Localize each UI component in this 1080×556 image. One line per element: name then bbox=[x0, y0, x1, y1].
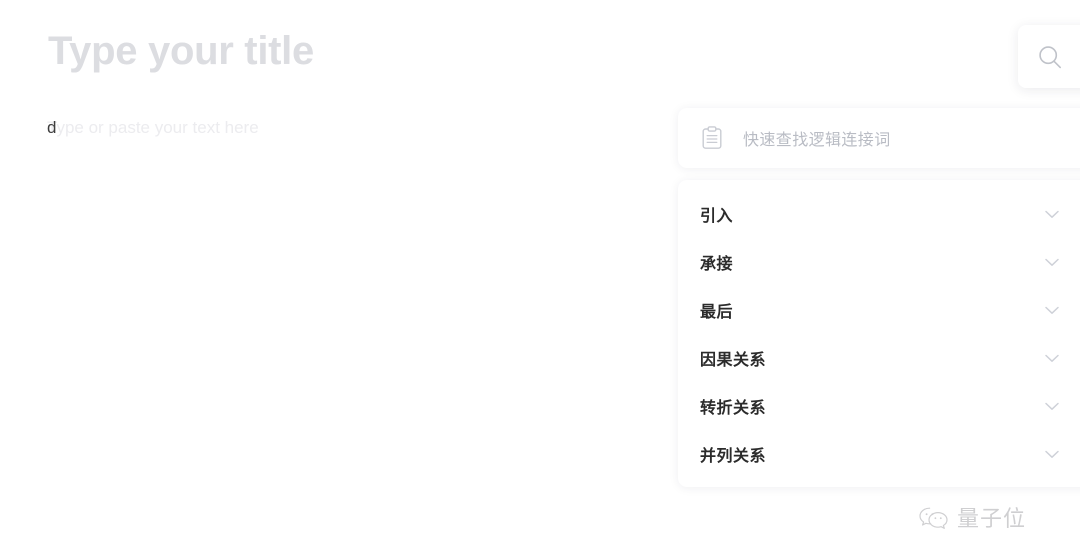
wechat-icon bbox=[918, 506, 950, 532]
watermark-label: 量子位 bbox=[957, 506, 1027, 531]
connective-category-panel: 引入 承接 最后 因果关系 转折关系 并列关系 bbox=[678, 180, 1080, 487]
category-row-zuihou[interactable]: 最后 bbox=[678, 286, 1080, 334]
clipboard-icon bbox=[699, 125, 725, 151]
category-label: 最后 bbox=[700, 304, 734, 321]
search-icon bbox=[1036, 43, 1064, 71]
category-row-yinguo[interactable]: 因果关系 bbox=[678, 334, 1080, 382]
chevron-down-icon[interactable] bbox=[1042, 348, 1062, 368]
document-editor[interactable]: Type your title Type or paste your text … bbox=[0, 0, 680, 556]
connective-search-bar[interactable]: 快速查找逻辑连接词 bbox=[678, 108, 1080, 168]
category-label: 并列关系 bbox=[700, 448, 767, 465]
watermark: 量子位 bbox=[918, 506, 1026, 532]
app-root: Type your title Type or paste your text … bbox=[0, 0, 1080, 556]
body-input-placeholder: Type or paste your text here bbox=[47, 118, 259, 137]
chevron-down-icon[interactable] bbox=[1042, 396, 1062, 416]
chevron-down-icon[interactable] bbox=[1042, 252, 1062, 272]
category-label: 转折关系 bbox=[700, 400, 767, 417]
category-label: 因果关系 bbox=[700, 352, 767, 369]
category-row-binglie[interactable]: 并列关系 bbox=[678, 430, 1080, 478]
category-label: 承接 bbox=[700, 256, 734, 273]
category-row-zhuanzhe[interactable]: 转折关系 bbox=[678, 382, 1080, 430]
connective-search-placeholder[interactable]: 快速查找逻辑连接词 bbox=[743, 126, 891, 150]
category-label: 引入 bbox=[700, 208, 734, 225]
chevron-down-icon[interactable] bbox=[1042, 204, 1062, 224]
chevron-down-icon[interactable] bbox=[1042, 300, 1062, 320]
chevron-down-icon[interactable] bbox=[1042, 444, 1062, 464]
search-toggle-button[interactable] bbox=[1018, 25, 1080, 88]
body-typed-text: d bbox=[47, 118, 57, 137]
category-row-chengjie[interactable]: 承接 bbox=[678, 238, 1080, 286]
title-input-placeholder[interactable]: Type your title bbox=[48, 25, 314, 77]
category-row-yinru[interactable]: 引入 bbox=[678, 190, 1080, 238]
